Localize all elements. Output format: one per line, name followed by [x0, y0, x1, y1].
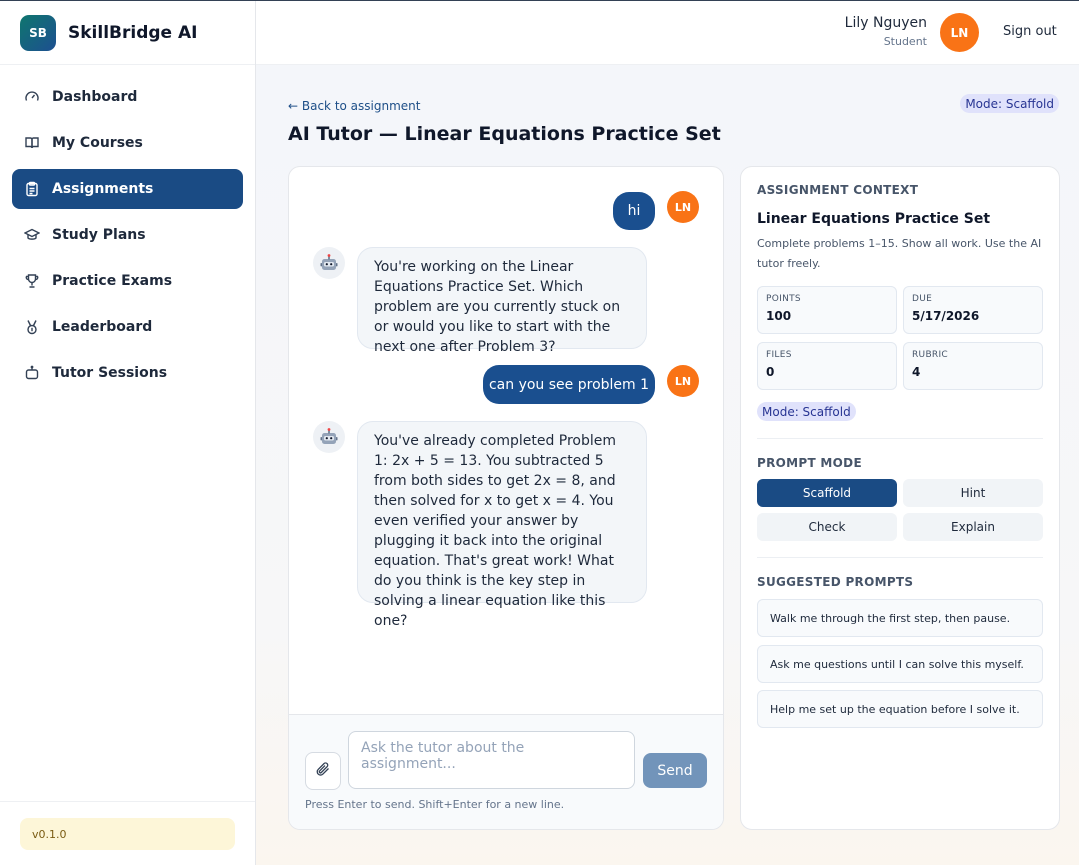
- brand-name: SkillBridge AI: [68, 22, 198, 43]
- attach-button[interactable]: [305, 752, 341, 790]
- sidebar-nav: Dashboard My Courses Assignments Study P…: [0, 65, 255, 393]
- paperclip-icon: [315, 761, 331, 781]
- sidebar: SB SkillBridge AI Dashboard My Courses A…: [0, 1, 256, 865]
- divider: [757, 557, 1043, 558]
- bot-avatar-icon: [313, 421, 345, 453]
- mode-check-button[interactable]: Check: [757, 513, 897, 541]
- mode-explain-button[interactable]: Explain: [903, 513, 1043, 541]
- stat-points: POINTS 100: [757, 286, 897, 334]
- medal-icon: [24, 319, 40, 335]
- bot-avatar-icon: [313, 247, 345, 279]
- sidebar-item-label: Leaderboard: [52, 319, 153, 335]
- stat-value: 4: [912, 365, 921, 379]
- section-heading: SUGGESTED PROMPTS: [757, 575, 914, 589]
- sidebar-item-tutor-sessions[interactable]: Tutor Sessions: [12, 353, 243, 393]
- chat-panel: hi LN You're working on the Linear Equat…: [288, 166, 724, 830]
- sidebar-item-label: Assignments: [52, 181, 154, 197]
- back-link[interactable]: ← Back to assignment: [288, 99, 420, 113]
- stat-rubric: RUBRIC 4: [903, 342, 1043, 390]
- brand[interactable]: SB SkillBridge AI: [0, 1, 255, 65]
- sidebar-item-assignments[interactable]: Assignments: [12, 169, 243, 209]
- main-content: ← Back to assignment Mode: Scaffold AI T…: [256, 65, 1079, 865]
- mode-badge: Mode: Scaffold: [757, 402, 856, 421]
- graduation-cap-icon: [24, 227, 40, 243]
- sidebar-item-dashboard[interactable]: Dashboard: [12, 77, 243, 117]
- assistant-message: You've already completed Problem 1: 2x +…: [357, 421, 647, 629]
- user-role: Student: [883, 35, 927, 48]
- section-heading: ASSIGNMENT CONTEXT: [757, 183, 919, 197]
- stat-due: DUE 5/17/2026: [903, 286, 1043, 334]
- top-bar: Lily Nguyen Student LN Sign out: [256, 1, 1079, 65]
- divider: [757, 438, 1043, 439]
- sidebar-item-study-plans[interactable]: Study Plans: [12, 215, 243, 255]
- stat-label: POINTS: [766, 294, 801, 304]
- mode-hint-button[interactable]: Hint: [903, 479, 1043, 507]
- trophy-icon: [24, 273, 40, 289]
- user-avatar: LN: [667, 191, 699, 223]
- suggested-prompt-button[interactable]: Walk me through the first step, then pau…: [757, 599, 1043, 637]
- user-info: Lily Nguyen Student: [845, 15, 927, 48]
- user-avatar: LN: [667, 365, 699, 397]
- mode-scaffold-button[interactable]: Scaffold: [757, 479, 897, 507]
- suggested-prompt-button[interactable]: Help me set up the equation before I sol…: [757, 690, 1043, 728]
- user-name: Lily Nguyen: [844, 15, 927, 31]
- user-message: hi: [613, 192, 655, 230]
- sidebar-item-practice-exams[interactable]: Practice Exams: [12, 261, 243, 301]
- page-title: AI Tutor — Linear Equations Practice Set: [288, 123, 721, 145]
- chat-composer: Send Press Enter to send. Shift+Enter fo…: [289, 714, 723, 829]
- stat-label: FILES: [766, 350, 792, 360]
- suggested-prompt-button[interactable]: Ask me questions until I can solve this …: [757, 645, 1043, 683]
- assignment-description: Complete problems 1–15. Show all work. U…: [757, 237, 1042, 270]
- sidebar-item-label: Dashboard: [52, 89, 138, 105]
- gauge-icon: [24, 89, 40, 105]
- avatar[interactable]: LN: [940, 13, 979, 52]
- sidebar-item-leaderboard[interactable]: Leaderboard: [12, 307, 243, 347]
- sidebar-footer: v0.1.0: [0, 801, 255, 865]
- assignment-context-panel: ASSIGNMENT CONTEXT Linear Equations Prac…: [740, 166, 1060, 830]
- stat-value: 5/17/2026: [912, 309, 980, 323]
- stat-label: RUBRIC: [912, 350, 949, 360]
- sidebar-item-my-courses[interactable]: My Courses: [12, 123, 243, 163]
- clipboard-icon: [24, 181, 40, 197]
- stat-value: 0: [766, 365, 775, 379]
- mode-badge: Mode: Scaffold: [960, 94, 1059, 113]
- bot-icon: [24, 365, 40, 381]
- user-message: can you see problem 1: [483, 365, 655, 404]
- chat-input[interactable]: [348, 731, 635, 789]
- sign-out-button[interactable]: Sign out: [1003, 24, 1057, 39]
- sidebar-item-label: My Courses: [52, 135, 143, 151]
- send-button[interactable]: Send: [643, 753, 707, 788]
- section-heading: PROMPT MODE: [757, 456, 862, 470]
- sidebar-item-label: Study Plans: [52, 227, 146, 243]
- assignment-title: Linear Equations Practice Set: [757, 211, 991, 227]
- book-icon: [24, 135, 40, 151]
- stat-label: DUE: [912, 294, 933, 304]
- assistant-message: You're working on the Linear Equations P…: [357, 247, 647, 355]
- composer-hint: Press Enter to send. Shift+Enter for a n…: [305, 798, 565, 811]
- stat-files: FILES 0: [757, 342, 897, 390]
- brand-logo: SB: [20, 14, 56, 51]
- sidebar-item-label: Practice Exams: [52, 273, 173, 289]
- sidebar-item-label: Tutor Sessions: [52, 365, 168, 381]
- stat-value: 100: [766, 309, 792, 323]
- version-badge: v0.1.0: [20, 818, 235, 850]
